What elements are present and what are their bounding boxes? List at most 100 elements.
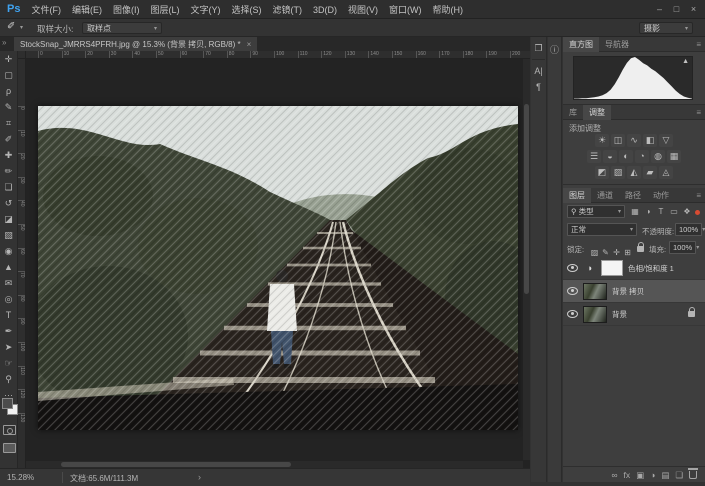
crop-tool[interactable]: ⌗ <box>0 115 17 131</box>
filter-pixel-layers-icon[interactable]: ▦ <box>629 206 641 218</box>
selective-color-icon[interactable]: ▰ <box>643 166 657 179</box>
zoom-tool[interactable]: ⚲ <box>0 371 17 387</box>
adjustments-tab[interactable]: 库 <box>563 105 583 120</box>
marquee-tool[interactable]: ▢ <box>0 67 17 83</box>
layer-thumbnail[interactable] <box>583 306 607 323</box>
histogram-tab[interactable]: 直方图 <box>563 37 599 52</box>
layer-row[interactable]: 背景 拷贝 <box>563 280 705 303</box>
spot-healing-tool[interactable]: ✚ <box>0 147 17 163</box>
opacity-value[interactable]: 100% ▾ <box>675 223 702 236</box>
menu-item[interactable]: 图像(I) <box>113 5 140 15</box>
menu-item[interactable]: 窗口(W) <box>389 5 422 15</box>
color-lookup-icon[interactable]: ▦ <box>667 150 681 163</box>
layer-effects-icon[interactable]: fx <box>624 468 631 482</box>
exposure-icon[interactable]: ◧ <box>643 134 657 147</box>
filter-shape-layers-icon[interactable]: ▭ <box>668 206 680 218</box>
threshold-icon[interactable]: ◭ <box>627 166 641 179</box>
filter-adjustment-layers-icon[interactable]: ◑ <box>642 206 654 218</box>
levels-icon[interactable]: ◫ <box>611 134 625 147</box>
adjustment-layer-icon[interactable]: ◑ <box>583 263 596 273</box>
panel-menu-icon[interactable]: ≡ <box>696 191 701 200</box>
layer-mask-thumbnail[interactable] <box>601 260 623 276</box>
layer-row[interactable]: ◑色相/饱和度 1 <box>563 257 705 280</box>
paragraph-icon[interactable]: ¶ <box>531 82 546 92</box>
status-menu-arrow[interactable]: › <box>198 472 201 482</box>
sharpen-tool[interactable]: ▲ <box>0 259 17 275</box>
canvas-area[interactable]: 0102030405060708090100110120130140150160… <box>18 51 530 468</box>
layers-tab[interactable]: 路径 <box>619 188 647 203</box>
fill-value[interactable]: 100% ▾ <box>669 241 696 254</box>
hand-tool[interactable]: ☞ <box>0 355 17 371</box>
menu-item[interactable]: 文件(F) <box>31 5 61 15</box>
quick-selection-tool[interactable]: ✎ <box>0 99 17 115</box>
horizontal-scrollbar[interactable] <box>26 461 523 468</box>
info-icon[interactable]: ⓘ <box>548 43 561 56</box>
foreground-color-swatch[interactable] <box>2 398 13 409</box>
vibrance-icon[interactable]: ▽ <box>659 134 673 147</box>
menu-item[interactable]: 视图(V) <box>348 5 378 15</box>
brightness-contrast-icon[interactable]: ☀ <box>595 134 609 147</box>
menu-item[interactable]: 帮助(H) <box>432 5 463 15</box>
filter-type-layers-icon[interactable]: T <box>655 206 667 218</box>
new-layer-icon[interactable]: ❏ <box>675 468 683 482</box>
color-balance-icon[interactable]: ◒ <box>603 150 617 163</box>
layer-row[interactable]: 背景 <box>563 303 705 326</box>
dodge-tool[interactable]: ◎ <box>0 291 17 307</box>
adjustments-tab[interactable]: 调整 <box>583 105 611 120</box>
photo-filter-icon[interactable]: ◔ <box>635 150 649 163</box>
layer-filter-toggle[interactable] <box>695 210 700 215</box>
vertical-scrollbar[interactable] <box>523 59 530 460</box>
lock-all-icon[interactable] <box>637 246 644 252</box>
vertical-scrollbar-thumb[interactable] <box>524 104 529 294</box>
workspace-dropdown[interactable]: 摄影 ▾ <box>639 22 693 34</box>
horizontal-scrollbar-thumb[interactable] <box>61 462 291 467</box>
move-tool[interactable]: ✛ <box>0 51 17 67</box>
new-group-icon[interactable]: ▤ <box>661 468 669 482</box>
document-image[interactable] <box>38 106 518 430</box>
visibility-eye-icon[interactable] <box>567 264 578 272</box>
filter-smart-objects-icon[interactable]: ❖ <box>681 206 693 218</box>
histogram-tab[interactable]: 导航器 <box>599 37 635 52</box>
collapse-tools-icon[interactable]: » <box>2 38 6 47</box>
link-layers-icon[interactable]: ∞ <box>611 468 617 482</box>
menu-item[interactable]: 选择(S) <box>231 5 261 15</box>
menu-item[interactable]: 滤镜(T) <box>272 5 302 15</box>
gradient-tool[interactable]: ▧ <box>0 227 17 243</box>
pen-tool[interactable]: ✒ <box>0 323 17 339</box>
channel-mixer-icon[interactable]: ◍ <box>651 150 665 163</box>
blend-mode-dropdown[interactable]: 正常 ▾ <box>567 223 637 236</box>
screen-mode-button[interactable] <box>3 443 16 453</box>
layer-thumbnail[interactable] <box>583 283 607 300</box>
clone-source-icon[interactable]: ❐ <box>531 43 546 54</box>
path-selection-tool[interactable]: ➤ <box>0 339 17 355</box>
document-tab[interactable]: StockSnap_JMRRS4PFRH.jpg @ 15.3% (背景 拷贝,… <box>14 37 257 51</box>
panel-menu-icon[interactable]: ≡ <box>696 40 701 49</box>
menu-item[interactable]: 图层(L) <box>150 5 179 15</box>
layers-tab[interactable]: 图层 <box>563 188 591 203</box>
history-brush-tool[interactable]: ↺ <box>0 195 17 211</box>
eyedropper-tool[interactable]: ✐ <box>0 131 17 147</box>
chevron-down-icon[interactable]: ▾ <box>20 24 23 31</box>
clone-stamp-tool[interactable]: ❏ <box>0 179 17 195</box>
histogram-warning-icon[interactable]: ▲ <box>682 58 689 65</box>
close-button[interactable]: × <box>685 0 702 19</box>
menu-item[interactable]: 文字(Y) <box>190 5 220 15</box>
character-icon[interactable]: A| <box>531 66 546 76</box>
minimize-button[interactable]: – <box>651 0 668 19</box>
add-layer-mask-icon[interactable]: ▣ <box>636 468 644 482</box>
gradient-map-icon[interactable]: ◬ <box>659 166 673 179</box>
maximize-button[interactable]: □ <box>668 0 685 19</box>
blur-tool[interactable]: ◉ <box>0 243 17 259</box>
note-tool[interactable]: ✉ <box>0 275 17 291</box>
eraser-tool[interactable]: ◪ <box>0 211 17 227</box>
delete-layer-icon[interactable] <box>689 471 697 479</box>
quick-mask-button[interactable] <box>3 425 16 435</box>
visibility-eye-icon[interactable] <box>567 310 578 318</box>
invert-icon[interactable]: ◩ <box>595 166 609 179</box>
hue-saturation-icon[interactable]: ☰ <box>587 150 601 163</box>
visibility-eye-icon[interactable] <box>567 287 578 295</box>
layers-tab[interactable]: 动作 <box>647 188 675 203</box>
panel-menu-icon[interactable]: ≡ <box>696 108 701 117</box>
close-tab-icon[interactable]: × <box>247 40 252 49</box>
menu-item[interactable]: 3D(D) <box>313 5 337 15</box>
